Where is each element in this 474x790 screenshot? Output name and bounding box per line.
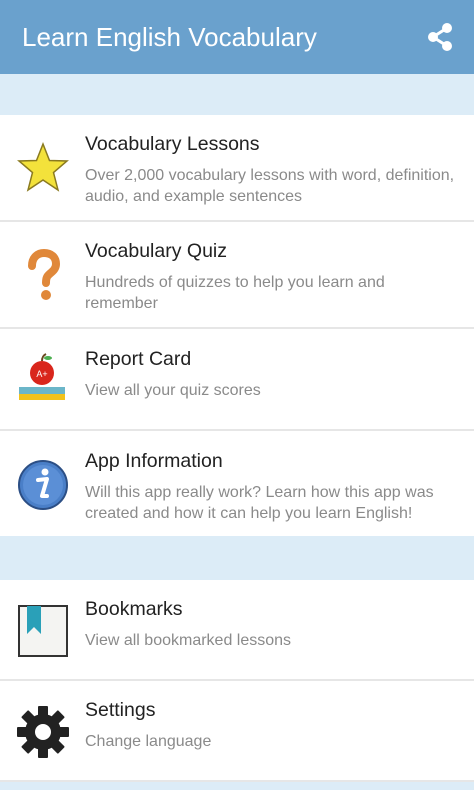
item-title: Vocabulary Lessons: [85, 133, 260, 155]
item-title: Vocabulary Quiz: [85, 240, 227, 262]
menu-item-vocabulary-lessons[interactable]: Vocabulary Lessons Over 2,000 vocabulary…: [0, 115, 474, 220]
menu-item-app-information[interactable]: App Information Will this app really wor…: [0, 431, 474, 536]
app-bar: Learn English Vocabulary: [0, 0, 474, 74]
item-title: App Information: [85, 450, 223, 472]
apple-books-icon: A+: [16, 353, 70, 407]
star-icon: [16, 141, 70, 195]
item-title: Bookmarks: [85, 598, 183, 620]
share-button[interactable]: [420, 17, 460, 57]
item-title: Settings: [85, 699, 156, 721]
gear-icon: [16, 705, 70, 759]
item-description: View all bookmarked lessons: [85, 632, 292, 649]
item-description: Will this app really work? Learn how thi…: [85, 484, 434, 522]
apple-grade-label: A+: [36, 369, 47, 379]
menu-item-vocabulary-quiz[interactable]: Vocabulary Quiz Hundreds of quizzes to h…: [0, 222, 474, 327]
share-icon: [428, 23, 452, 51]
item-description: Hundreds of quizzes to help you learn an…: [85, 274, 385, 312]
question-mark-icon: [16, 248, 70, 302]
menu-item-bookmarks[interactable]: Bookmarks View all bookmarked lessons: [0, 580, 474, 679]
divider: [0, 780, 474, 782]
item-description: Over 2,000 vocabulary lessons with word,…: [85, 167, 455, 205]
item-description: View all your quiz scores: [85, 382, 261, 399]
item-description: Change language: [85, 733, 212, 750]
app-title: Learn English Vocabulary: [22, 21, 317, 52]
menu-item-settings[interactable]: Settings Change language: [0, 681, 474, 780]
info-icon: [16, 458, 70, 512]
item-title: Report Card: [85, 348, 192, 370]
menu-item-report-card[interactable]: A+ Report Card View all your quiz scores: [0, 329, 474, 429]
bookmark-icon: [16, 604, 70, 658]
